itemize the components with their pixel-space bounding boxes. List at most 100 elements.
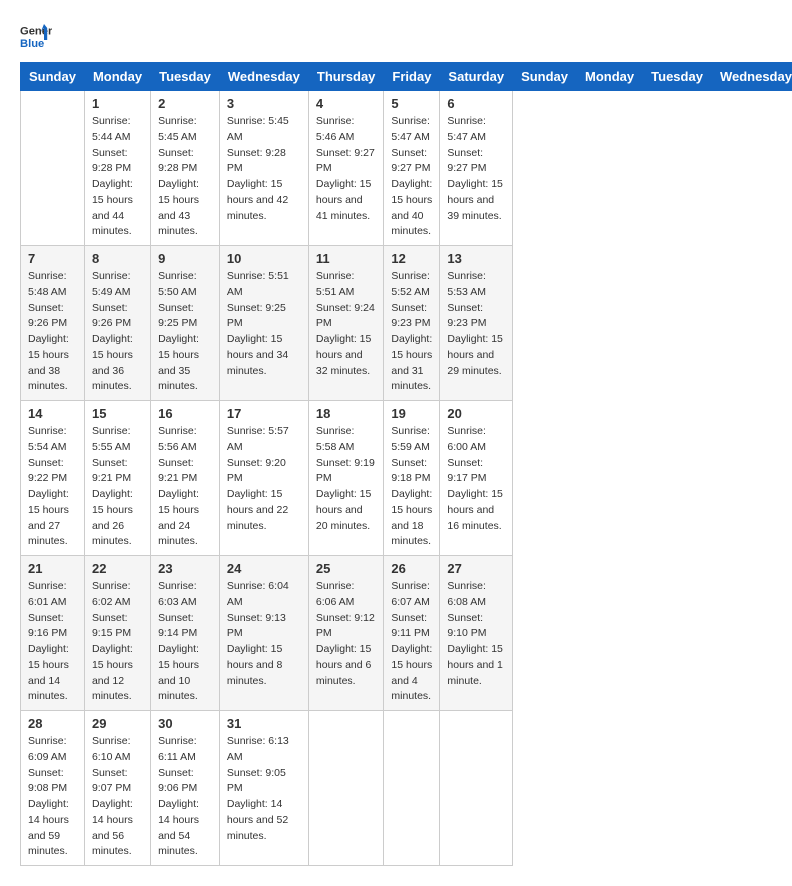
calendar-cell [384, 711, 440, 866]
day-info: Sunrise: 6:03 AMSunset: 9:14 PMDaylight:… [158, 579, 212, 705]
calendar-cell: 18 Sunrise: 5:58 AMSunset: 9:19 PMDayligh… [308, 401, 384, 556]
day-info: Sunrise: 5:48 AMSunset: 9:26 PMDaylight:… [28, 269, 77, 395]
calendar-cell: 27 Sunrise: 6:08 AMSunset: 9:10 PMDayligh… [440, 556, 513, 711]
day-info: Sunrise: 6:01 AMSunset: 9:16 PMDaylight:… [28, 579, 77, 705]
day-number: 21 [28, 561, 77, 576]
day-info: Sunrise: 5:47 AMSunset: 9:27 PMDaylight:… [391, 114, 432, 240]
calendar-cell [308, 711, 384, 866]
day-info: Sunrise: 5:59 AMSunset: 9:18 PMDaylight:… [391, 424, 432, 550]
day-number: 28 [28, 716, 77, 731]
day-number: 15 [92, 406, 143, 421]
calendar-cell: 11 Sunrise: 5:51 AMSunset: 9:24 PMDayligh… [308, 246, 384, 401]
day-number: 1 [92, 96, 143, 111]
day-info: Sunrise: 5:52 AMSunset: 9:23 PMDaylight:… [391, 269, 432, 395]
day-info: Sunrise: 5:51 AMSunset: 9:24 PMDaylight:… [316, 269, 377, 379]
calendar-cell: 10 Sunrise: 5:51 AMSunset: 9:25 PMDayligh… [219, 246, 308, 401]
day-number: 30 [158, 716, 212, 731]
calendar-cell: 7 Sunrise: 5:48 AMSunset: 9:26 PMDaylight… [21, 246, 85, 401]
day-info: Sunrise: 6:02 AMSunset: 9:15 PMDaylight:… [92, 579, 143, 705]
day-number: 17 [227, 406, 301, 421]
calendar-header-tuesday: Tuesday [643, 63, 712, 91]
day-number: 8 [92, 251, 143, 266]
day-info: Sunrise: 6:08 AMSunset: 9:10 PMDaylight:… [447, 579, 505, 689]
day-info: Sunrise: 6:11 AMSunset: 9:06 PMDaylight:… [158, 734, 212, 860]
calendar-cell: 3 Sunrise: 5:45 AMSunset: 9:28 PMDaylight… [219, 91, 308, 246]
calendar-header-sunday: Sunday [21, 63, 85, 91]
day-info: Sunrise: 5:45 AMSunset: 9:28 PMDaylight:… [227, 114, 301, 224]
day-info: Sunrise: 5:45 AMSunset: 9:28 PMDaylight:… [158, 114, 212, 240]
calendar-header-monday: Monday [84, 63, 150, 91]
day-number: 18 [316, 406, 377, 421]
page-header: General Blue [20, 20, 772, 52]
day-info: Sunrise: 5:49 AMSunset: 9:26 PMDaylight:… [92, 269, 143, 395]
day-info: Sunrise: 5:51 AMSunset: 9:25 PMDaylight:… [227, 269, 301, 379]
day-number: 5 [391, 96, 432, 111]
day-number: 22 [92, 561, 143, 576]
day-number: 11 [316, 251, 377, 266]
day-info: Sunrise: 5:54 AMSunset: 9:22 PMDaylight:… [28, 424, 77, 550]
calendar-cell: 5 Sunrise: 5:47 AMSunset: 9:27 PMDaylight… [384, 91, 440, 246]
day-info: Sunrise: 5:56 AMSunset: 9:21 PMDaylight:… [158, 424, 212, 550]
day-info: Sunrise: 6:07 AMSunset: 9:11 PMDaylight:… [391, 579, 432, 705]
calendar-cell: 12 Sunrise: 5:52 AMSunset: 9:23 PMDayligh… [384, 246, 440, 401]
day-number: 3 [227, 96, 301, 111]
calendar-header-sunday: Sunday [513, 63, 577, 91]
day-number: 27 [447, 561, 505, 576]
day-info: Sunrise: 6:09 AMSunset: 9:08 PMDaylight:… [28, 734, 77, 860]
day-number: 29 [92, 716, 143, 731]
day-info: Sunrise: 6:04 AMSunset: 9:13 PMDaylight:… [227, 579, 301, 689]
calendar-cell [440, 711, 513, 866]
calendar-cell: 8 Sunrise: 5:49 AMSunset: 9:26 PMDaylight… [84, 246, 150, 401]
day-number: 19 [391, 406, 432, 421]
calendar-cell: 9 Sunrise: 5:50 AMSunset: 9:25 PMDaylight… [151, 246, 220, 401]
calendar-cell: 4 Sunrise: 5:46 AMSunset: 9:27 PMDaylight… [308, 91, 384, 246]
calendar-week-row: 28 Sunrise: 6:09 AMSunset: 9:08 PMDayligh… [21, 711, 792, 866]
day-info: Sunrise: 5:46 AMSunset: 9:27 PMDaylight:… [316, 114, 377, 224]
calendar-cell: 31Sunrise: 6:13 AMSunset: 9:05 PMDayligh… [219, 711, 308, 866]
calendar-cell: 6 Sunrise: 5:47 AMSunset: 9:27 PMDaylight… [440, 91, 513, 246]
day-info: Sunrise: 5:58 AMSunset: 9:19 PMDaylight:… [316, 424, 377, 534]
day-number: 25 [316, 561, 377, 576]
calendar-week-row: 21 Sunrise: 6:01 AMSunset: 9:16 PMDayligh… [21, 556, 792, 711]
calendar-cell: 15 Sunrise: 5:55 AMSunset: 9:21 PMDayligh… [84, 401, 150, 556]
day-info: Sunrise: 6:00 AMSunset: 9:17 PMDaylight:… [447, 424, 505, 534]
day-number: 10 [227, 251, 301, 266]
day-number: 4 [316, 96, 377, 111]
calendar-header-saturday: Saturday [440, 63, 513, 91]
calendar-cell: 1 Sunrise: 5:44 AMSunset: 9:28 PMDaylight… [84, 91, 150, 246]
day-number: 9 [158, 251, 212, 266]
logo: General Blue [20, 20, 52, 52]
calendar-cell [21, 91, 85, 246]
calendar-week-row: 14Sunrise: 5:54 AMSunset: 9:22 PMDayligh… [21, 401, 792, 556]
day-info: Sunrise: 5:57 AMSunset: 9:20 PMDaylight:… [227, 424, 301, 534]
calendar-cell: 28 Sunrise: 6:09 AMSunset: 9:08 PMDayligh… [21, 711, 85, 866]
calendar-cell: 13Sunrise: 5:53 AMSunset: 9:23 PMDayligh… [440, 246, 513, 401]
calendar-header-monday: Monday [577, 63, 643, 91]
day-number: 20 [447, 406, 505, 421]
calendar-cell: 2 Sunrise: 5:45 AMSunset: 9:28 PMDaylight… [151, 91, 220, 246]
day-number: 6 [447, 96, 505, 111]
calendar-cell: 17 Sunrise: 5:57 AMSunset: 9:20 PMDayligh… [219, 401, 308, 556]
day-info: Sunrise: 5:47 AMSunset: 9:27 PMDaylight:… [447, 114, 505, 224]
calendar-cell: 20 Sunrise: 6:00 AMSunset: 9:17 PMDayligh… [440, 401, 513, 556]
calendar-header-row: SundayMondayTuesdayWednesdayThursdayFrid… [21, 63, 792, 91]
calendar-header-tuesday: Tuesday [151, 63, 220, 91]
calendar-cell: 21 Sunrise: 6:01 AMSunset: 9:16 PMDayligh… [21, 556, 85, 711]
day-number: 24 [227, 561, 301, 576]
calendar-header-wednesday: Wednesday [711, 63, 792, 91]
calendar-cell: 23 Sunrise: 6:03 AMSunset: 9:14 PMDayligh… [151, 556, 220, 711]
day-info: Sunrise: 5:50 AMSunset: 9:25 PMDaylight:… [158, 269, 212, 395]
svg-text:Blue: Blue [20, 38, 44, 50]
logo-icon: General Blue [20, 20, 52, 52]
calendar-cell: 16Sunrise: 5:56 AMSunset: 9:21 PMDayligh… [151, 401, 220, 556]
calendar-cell: 30 Sunrise: 6:11 AMSunset: 9:06 PMDayligh… [151, 711, 220, 866]
day-number: 23 [158, 561, 212, 576]
day-info: Sunrise: 5:55 AMSunset: 9:21 PMDaylight:… [92, 424, 143, 550]
day-number: 2 [158, 96, 212, 111]
calendar-header-wednesday: Wednesday [219, 63, 308, 91]
day-info: Sunrise: 5:44 AMSunset: 9:28 PMDaylight:… [92, 114, 143, 240]
day-number: 12 [391, 251, 432, 266]
calendar-cell: 22 Sunrise: 6:02 AMSunset: 9:15 PMDayligh… [84, 556, 150, 711]
day-number: 7 [28, 251, 77, 266]
calendar-cell: 19 Sunrise: 5:59 AMSunset: 9:18 PMDayligh… [384, 401, 440, 556]
